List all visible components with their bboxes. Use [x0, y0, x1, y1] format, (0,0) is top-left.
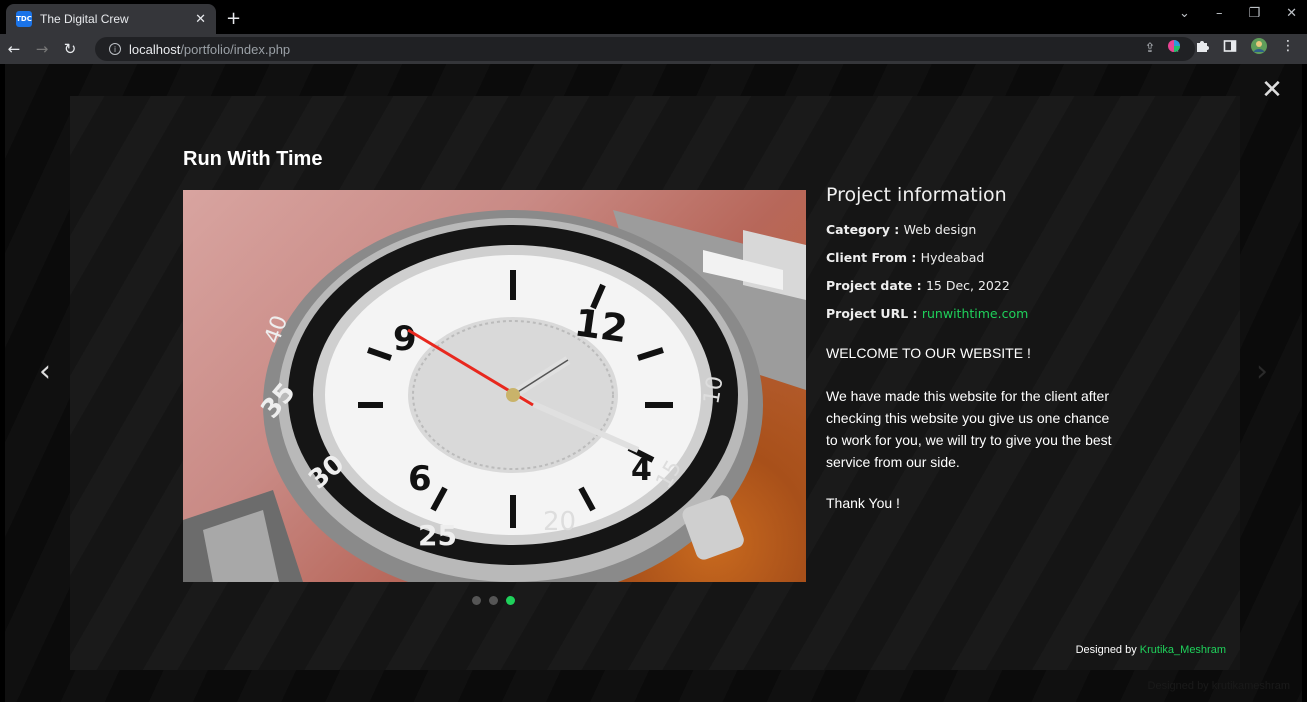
project-image[interactable]: 12 9 6 4 40 35 30 25 20 15 10 [183, 190, 806, 582]
carousel-dot-1[interactable] [472, 596, 481, 605]
svg-text:9: 9 [393, 319, 417, 359]
category-row: Category : Web design [826, 222, 977, 237]
new-tab-icon[interactable]: + [226, 8, 241, 29]
svg-text:25: 25 [418, 519, 457, 552]
share-icon[interactable]: ⇪ [1144, 41, 1155, 56]
puzzle-extensions-icon[interactable] [1195, 39, 1209, 53]
carousel-dot-3-active[interactable] [506, 596, 515, 605]
url-path: /portfolio/index.php [180, 41, 291, 57]
profile-avatar-icon[interactable] [1251, 38, 1267, 54]
designer-credit: Designed by Krutika_Meshram [1075, 644, 1226, 656]
restore-icon[interactable]: ❐ [1248, 6, 1260, 21]
browser-toolbar: ← → ↻ i localhost /portfolio/index.php ⇪… [0, 34, 1307, 64]
forward-icon[interactable]: → [28, 40, 56, 58]
page-viewport: Designed by krutikameshram ✕ ‹ › Run Wit… [5, 64, 1302, 702]
minimize-icon[interactable]: – [1216, 6, 1223, 21]
project-url-link[interactable]: runwithtime.com [922, 306, 1028, 321]
project-date-row: Project date : 15 Dec, 2022 [826, 278, 1010, 293]
url-host: localhost [129, 41, 181, 57]
svg-text:20: 20 [543, 507, 576, 537]
carousel-dot-2[interactable] [489, 596, 498, 605]
carousel-pagination [472, 596, 515, 605]
prev-arrow-icon[interactable]: ‹ [39, 354, 51, 389]
browser-tab-strip: TDC The Digital Crew ✕ + ⌄ – ❐ ✕ [0, 0, 1307, 34]
back-icon[interactable]: ← [0, 40, 28, 58]
watch-image-icon: 12 9 6 4 40 35 30 25 20 15 10 [183, 210, 806, 582]
browser-tab[interactable]: TDC The Digital Crew ✕ [6, 4, 216, 34]
thank-you-text: Thank You ! [826, 495, 900, 511]
project-url-row: Project URL : runwithtime.com [826, 306, 1029, 321]
portfolio-details-lightbox: Run With Time 12 9 6 4 40 35 30 25 20 15… [70, 96, 1240, 670]
color-extension-icon[interactable] [1167, 39, 1181, 53]
client-row: Client From : Hydeabad [826, 250, 985, 265]
side-panel-icon[interactable] [1223, 39, 1237, 53]
extensions-area: ⋮ [1167, 38, 1295, 54]
project-information-panel: Project information Category : Web desig… [826, 184, 1126, 511]
welcome-heading: WELCOME TO OUR WEBSITE ! [826, 345, 1031, 361]
tab-close-icon[interactable]: ✕ [195, 11, 206, 27]
svg-text:10: 10 [699, 374, 728, 406]
lightbox-close-icon[interactable]: ✕ [1260, 77, 1284, 103]
next-arrow-icon[interactable]: › [1256, 354, 1268, 389]
info-heading: Project information [826, 184, 1007, 206]
designer-link[interactable]: Krutika_Meshram [1140, 644, 1226, 656]
svg-text:4: 4 [631, 453, 652, 488]
site-favicon-icon: TDC [16, 11, 32, 27]
project-description: We have made this website for the client… [826, 388, 1112, 470]
window-controls: ⌄ – ❐ ✕ [1179, 6, 1297, 21]
site-info-icon[interactable]: i [109, 43, 121, 55]
address-bar[interactable]: i localhost /portfolio/index.php ⇪ ☆ [95, 37, 1195, 61]
window-close-icon[interactable]: ✕ [1286, 6, 1297, 21]
tab-title: The Digital Crew [40, 12, 129, 26]
tab-search-icon[interactable]: ⌄ [1179, 6, 1190, 21]
background-footer-credit: Designed by krutikameshram [1147, 680, 1290, 692]
svg-text:12: 12 [572, 300, 630, 351]
project-title: Run With Time [183, 148, 323, 170]
svg-text:6: 6 [408, 459, 432, 499]
browser-menu-icon[interactable]: ⋮ [1281, 38, 1295, 54]
reload-icon[interactable]: ↻ [56, 40, 84, 58]
